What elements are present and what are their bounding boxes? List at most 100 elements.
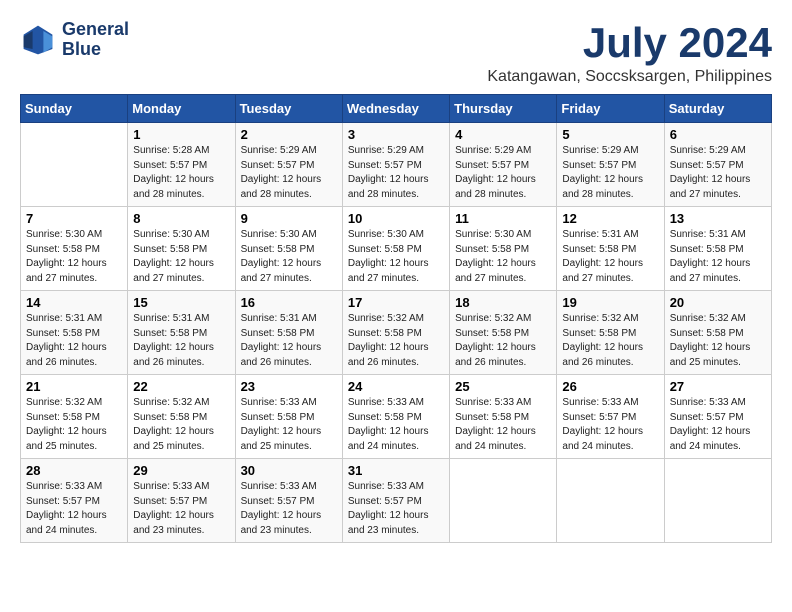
- calendar-cell: 22 Sunrise: 5:32 AMSunset: 5:58 PMDayligh…: [128, 375, 235, 459]
- calendar-cell: 25 Sunrise: 5:33 AMSunset: 5:58 PMDayligh…: [450, 375, 557, 459]
- day-info: Sunrise: 5:29 AMSunset: 5:57 PMDaylight:…: [241, 144, 337, 202]
- day-info: Sunrise: 5:33 AMSunset: 5:57 PMDaylight:…: [241, 480, 337, 538]
- calendar-cell: [450, 459, 557, 543]
- calendar-cell: 7Sunrise: 5:30 AMSunset: 5:58 PMDaylight…: [21, 207, 128, 291]
- day-number: 2: [241, 127, 337, 142]
- calendar-cell: 1 Sunrise: 5:28 AMSunset: 5:57 PMDaylight…: [128, 123, 235, 207]
- calendar-cell: [557, 459, 664, 543]
- calendar-cell: 16 Sunrise: 5:31 AMSunset: 5:58 PMDayligh…: [235, 291, 342, 375]
- day-number: 30: [241, 463, 337, 478]
- title-block: July 2024 Katangawan, Soccsksargen, Phil…: [487, 20, 772, 86]
- calendar-cell: [21, 123, 128, 207]
- day-info: Sunrise: 5:31 AMSunset: 5:58 PMDaylight:…: [26, 312, 122, 370]
- logo-icon: [20, 22, 56, 58]
- day-number: 26: [562, 379, 658, 394]
- day-number: 13: [670, 211, 766, 226]
- calendar-cell: 28 Sunrise: 5:33 AMSunset: 5:57 PMDayligh…: [21, 459, 128, 543]
- day-info: Sunrise: 5:33 AMSunset: 5:58 PMDaylight:…: [455, 396, 551, 454]
- weekday-header-saturday: Saturday: [664, 95, 771, 123]
- calendar-cell: 9Sunrise: 5:30 AMSunset: 5:58 PMDaylight…: [235, 207, 342, 291]
- calendar-week-row: 7Sunrise: 5:30 AMSunset: 5:58 PMDaylight…: [21, 207, 772, 291]
- calendar-cell: 30 Sunrise: 5:33 AMSunset: 5:57 PMDayligh…: [235, 459, 342, 543]
- day-number: 1: [133, 127, 229, 142]
- weekday-header-thursday: Thursday: [450, 95, 557, 123]
- day-number: 9: [241, 211, 337, 226]
- day-info: Sunrise: 5:33 AMSunset: 5:58 PMDaylight:…: [241, 396, 337, 454]
- day-number: 5: [562, 127, 658, 142]
- calendar-table: SundayMondayTuesdayWednesdayThursdayFrid…: [20, 94, 772, 543]
- day-info: Sunrise: 5:28 AMSunset: 5:57 PMDaylight:…: [133, 144, 229, 202]
- calendar-cell: 8 Sunrise: 5:30 AMSunset: 5:58 PMDaylight…: [128, 207, 235, 291]
- calendar-cell: 3Sunrise: 5:29 AMSunset: 5:57 PMDaylight…: [342, 123, 449, 207]
- day-info: Sunrise: 5:30 AMSunset: 5:58 PMDaylight:…: [26, 228, 122, 286]
- day-number: 6: [670, 127, 766, 142]
- day-info: Sunrise: 5:31 AMSunset: 5:58 PMDaylight:…: [562, 228, 658, 286]
- day-number: 29: [133, 463, 229, 478]
- calendar-cell: 19Sunrise: 5:32 AMSunset: 5:58 PMDayligh…: [557, 291, 664, 375]
- calendar-week-row: 28 Sunrise: 5:33 AMSunset: 5:57 PMDayligh…: [21, 459, 772, 543]
- day-number: 8: [133, 211, 229, 226]
- day-number: 31: [348, 463, 444, 478]
- weekday-header-friday: Friday: [557, 95, 664, 123]
- day-number: 17: [348, 295, 444, 310]
- day-info: Sunrise: 5:31 AMSunset: 5:58 PMDaylight:…: [241, 312, 337, 370]
- day-info: Sunrise: 5:33 AMSunset: 5:58 PMDaylight:…: [348, 396, 444, 454]
- calendar-cell: 2 Sunrise: 5:29 AMSunset: 5:57 PMDaylight…: [235, 123, 342, 207]
- day-info: Sunrise: 5:32 AMSunset: 5:58 PMDaylight:…: [455, 312, 551, 370]
- calendar-cell: 15 Sunrise: 5:31 AMSunset: 5:58 PMDayligh…: [128, 291, 235, 375]
- day-info: Sunrise: 5:29 AMSunset: 5:57 PMDaylight:…: [670, 144, 766, 202]
- day-number: 28: [26, 463, 122, 478]
- calendar-cell: 18 Sunrise: 5:32 AMSunset: 5:58 PMDayligh…: [450, 291, 557, 375]
- day-number: 22: [133, 379, 229, 394]
- day-info: Sunrise: 5:31 AMSunset: 5:58 PMDaylight:…: [670, 228, 766, 286]
- day-info: Sunrise: 5:32 AMSunset: 5:58 PMDaylight:…: [562, 312, 658, 370]
- calendar-week-row: 1 Sunrise: 5:28 AMSunset: 5:57 PMDaylight…: [21, 123, 772, 207]
- calendar-cell: [664, 459, 771, 543]
- weekday-header-wednesday: Wednesday: [342, 95, 449, 123]
- day-number: 15: [133, 295, 229, 310]
- calendar-cell: 29 Sunrise: 5:33 AMSunset: 5:57 PMDayligh…: [128, 459, 235, 543]
- calendar-cell: 12 Sunrise: 5:31 AMSunset: 5:58 PMDayligh…: [557, 207, 664, 291]
- day-number: 21: [26, 379, 122, 394]
- day-number: 24: [348, 379, 444, 394]
- day-info: Sunrise: 5:33 AMSunset: 5:57 PMDaylight:…: [348, 480, 444, 538]
- calendar-cell: 4Sunrise: 5:29 AMSunset: 5:57 PMDaylight…: [450, 123, 557, 207]
- day-number: 11: [455, 211, 551, 226]
- calendar-week-row: 14Sunrise: 5:31 AMSunset: 5:58 PMDayligh…: [21, 291, 772, 375]
- weekday-header-monday: Monday: [128, 95, 235, 123]
- logo: General Blue: [20, 20, 129, 60]
- day-info: Sunrise: 5:30 AMSunset: 5:58 PMDaylight:…: [133, 228, 229, 286]
- day-number: 20: [670, 295, 766, 310]
- day-info: Sunrise: 5:33 AMSunset: 5:57 PMDaylight:…: [562, 396, 658, 454]
- main-title: July 2024: [487, 20, 772, 66]
- calendar-cell: 31 Sunrise: 5:33 AMSunset: 5:57 PMDayligh…: [342, 459, 449, 543]
- day-info: Sunrise: 5:30 AMSunset: 5:58 PMDaylight:…: [455, 228, 551, 286]
- day-info: Sunrise: 5:32 AMSunset: 5:58 PMDaylight:…: [348, 312, 444, 370]
- calendar-cell: 5Sunrise: 5:29 AMSunset: 5:57 PMDaylight…: [557, 123, 664, 207]
- day-info: Sunrise: 5:32 AMSunset: 5:58 PMDaylight:…: [670, 312, 766, 370]
- day-number: 25: [455, 379, 551, 394]
- day-number: 10: [348, 211, 444, 226]
- day-number: 16: [241, 295, 337, 310]
- day-info: Sunrise: 5:29 AMSunset: 5:57 PMDaylight:…: [455, 144, 551, 202]
- day-info: Sunrise: 5:33 AMSunset: 5:57 PMDaylight:…: [26, 480, 122, 538]
- subtitle: Katangawan, Soccsksargen, Philippines: [487, 68, 772, 86]
- weekday-header-row: SundayMondayTuesdayWednesdayThursdayFrid…: [21, 95, 772, 123]
- calendar-cell: 13 Sunrise: 5:31 AMSunset: 5:58 PMDayligh…: [664, 207, 771, 291]
- calendar-cell: 17 Sunrise: 5:32 AMSunset: 5:58 PMDayligh…: [342, 291, 449, 375]
- day-number: 12: [562, 211, 658, 226]
- calendar-cell: 14Sunrise: 5:31 AMSunset: 5:58 PMDayligh…: [21, 291, 128, 375]
- day-info: Sunrise: 5:33 AMSunset: 5:57 PMDaylight:…: [133, 480, 229, 538]
- day-number: 18: [455, 295, 551, 310]
- calendar-week-row: 21 Sunrise: 5:32 AMSunset: 5:58 PMDayligh…: [21, 375, 772, 459]
- day-info: Sunrise: 5:29 AMSunset: 5:57 PMDaylight:…: [348, 144, 444, 202]
- logo-text: General Blue: [62, 20, 129, 60]
- calendar-cell: 6 Sunrise: 5:29 AMSunset: 5:57 PMDaylight…: [664, 123, 771, 207]
- calendar-cell: 11 Sunrise: 5:30 AMSunset: 5:58 PMDayligh…: [450, 207, 557, 291]
- day-info: Sunrise: 5:32 AMSunset: 5:58 PMDaylight:…: [26, 396, 122, 454]
- day-info: Sunrise: 5:31 AMSunset: 5:58 PMDaylight:…: [133, 312, 229, 370]
- day-info: Sunrise: 5:30 AMSunset: 5:58 PMDaylight:…: [348, 228, 444, 286]
- day-info: Sunrise: 5:33 AMSunset: 5:57 PMDaylight:…: [670, 396, 766, 454]
- calendar-cell: 23Sunrise: 5:33 AMSunset: 5:58 PMDayligh…: [235, 375, 342, 459]
- day-info: Sunrise: 5:32 AMSunset: 5:58 PMDaylight:…: [133, 396, 229, 454]
